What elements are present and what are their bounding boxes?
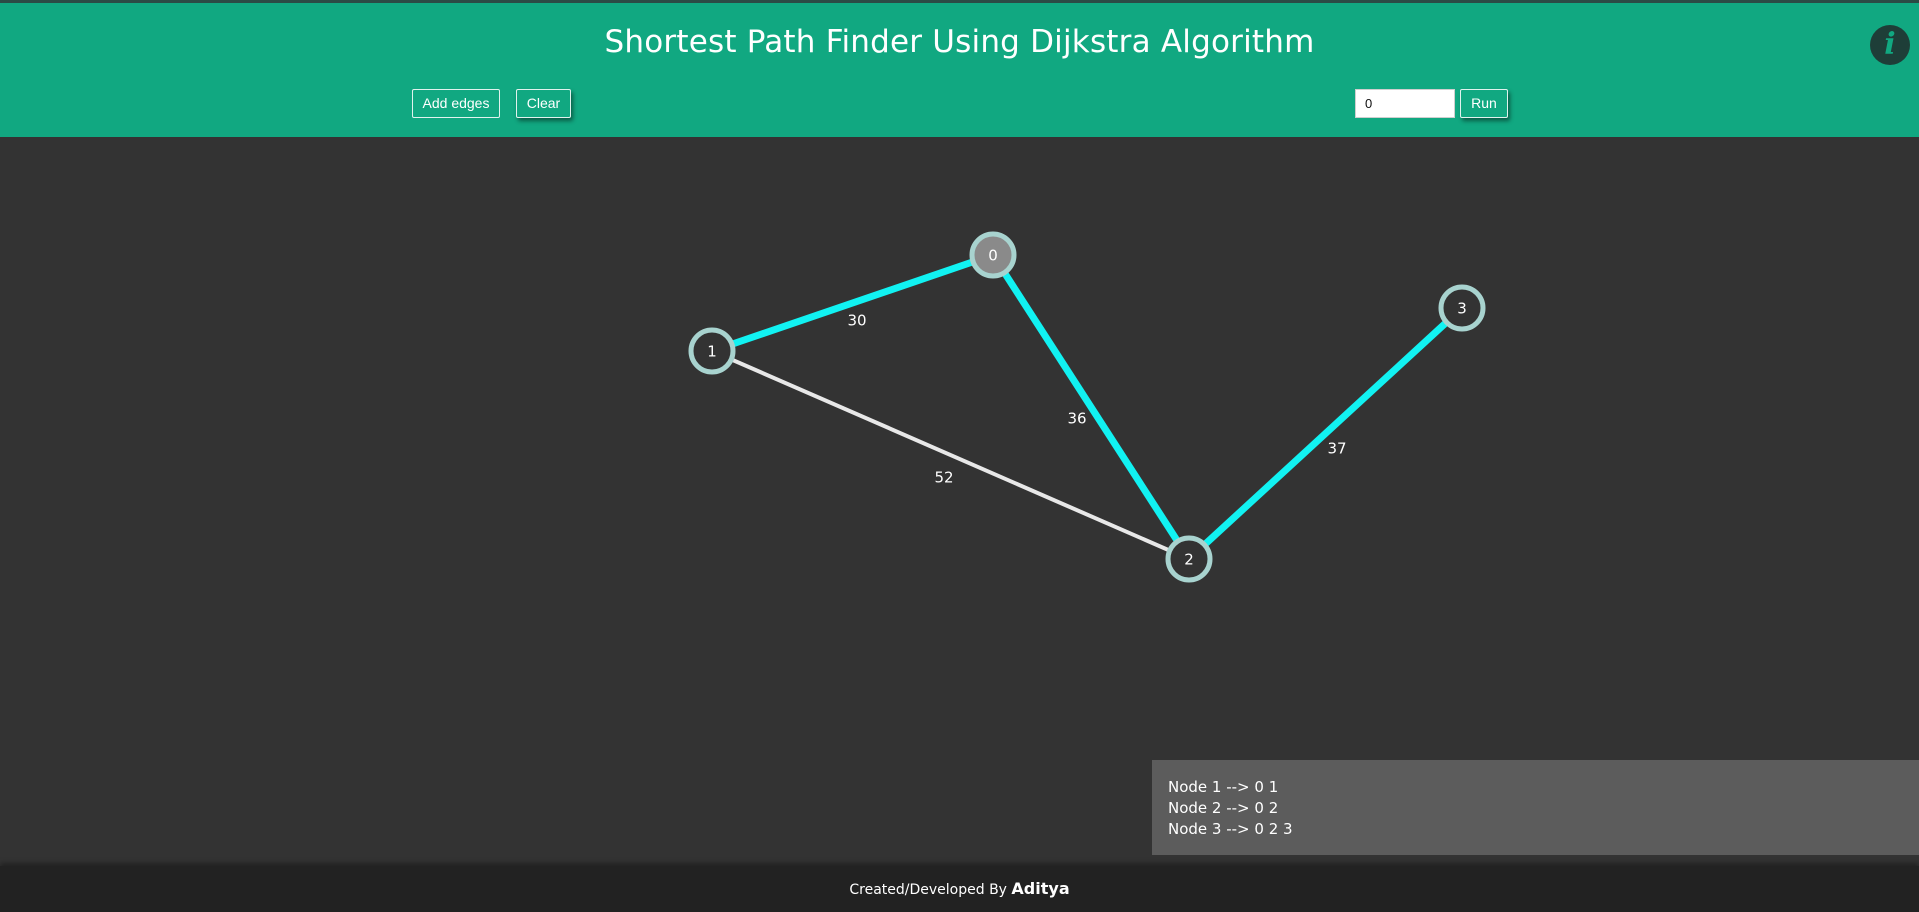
graph-canvas[interactable]: 30 36 37 52 0 1 2 3 [0, 137, 1919, 866]
graph-node-3[interactable]: 3 [1438, 284, 1486, 332]
edge-0-2[interactable] [990, 253, 1192, 561]
edge-weight-label-2-3: 37 [1327, 440, 1346, 458]
info-icon[interactable]: i [1870, 25, 1910, 65]
node-label-1: 1 [707, 343, 717, 361]
app-root: Shortest Path Finder Using Dijkstra Algo… [0, 0, 1919, 912]
edge-0-1[interactable] [710, 251, 995, 355]
source-node-input[interactable] [1355, 89, 1455, 118]
clear-button[interactable]: Clear [516, 89, 571, 118]
add-edges-button[interactable]: Add edges [412, 89, 500, 118]
edge-labels-layer: 30 36 37 52 [847, 312, 1346, 487]
graph-node-2[interactable]: 2 [1165, 535, 1213, 583]
node-label-2: 2 [1184, 551, 1194, 569]
output-line-node-2: Node 2 --> 0 2 [1168, 799, 1279, 817]
footer: Created/Developed By Aditya [0, 866, 1919, 912]
output-line-node-1: Node 1 --> 0 1 [1168, 778, 1279, 796]
page-title: Shortest Path Finder Using Dijkstra Algo… [604, 24, 1315, 60]
edge-weight-label-0-1: 30 [847, 312, 866, 330]
edge-1-2[interactable] [711, 349, 1190, 561]
edges-layer [710, 251, 1465, 562]
footer-credit: Created/Developed By [849, 882, 1012, 898]
edge-weight-label-0-2: 36 [1067, 410, 1086, 428]
header-bar: Shortest Path Finder Using Dijkstra Algo… [0, 3, 1919, 137]
edge-weight-label-1-2: 52 [934, 469, 953, 487]
footer-author: Aditya [1011, 879, 1070, 898]
shortest-path-output: Node 1 --> 0 1 Node 2 --> 0 2 Node 3 -->… [1152, 760, 1919, 855]
graph-node-1[interactable]: 1 [688, 327, 736, 375]
node-label-3: 3 [1457, 300, 1467, 318]
node-label-0: 0 [988, 247, 998, 265]
run-button[interactable]: Run [1460, 89, 1508, 118]
output-line-node-3: Node 3 --> 0 2 3 [1168, 820, 1293, 838]
graph-node-0[interactable]: 0 [969, 231, 1017, 279]
edge-2-3[interactable] [1186, 305, 1465, 562]
